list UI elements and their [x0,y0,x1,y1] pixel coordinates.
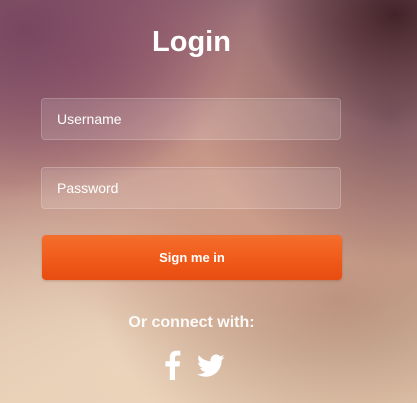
facebook-icon[interactable] [163,350,181,380]
password-field-container [41,167,341,209]
password-input[interactable] [42,168,340,208]
connect-with-label: Or connect with: [128,314,255,331]
username-field-container [41,98,341,140]
login-title: Login [152,26,231,58]
username-input[interactable] [42,99,340,139]
twitter-icon[interactable] [197,354,225,378]
sign-in-button[interactable]: Sign me in [42,235,342,280]
